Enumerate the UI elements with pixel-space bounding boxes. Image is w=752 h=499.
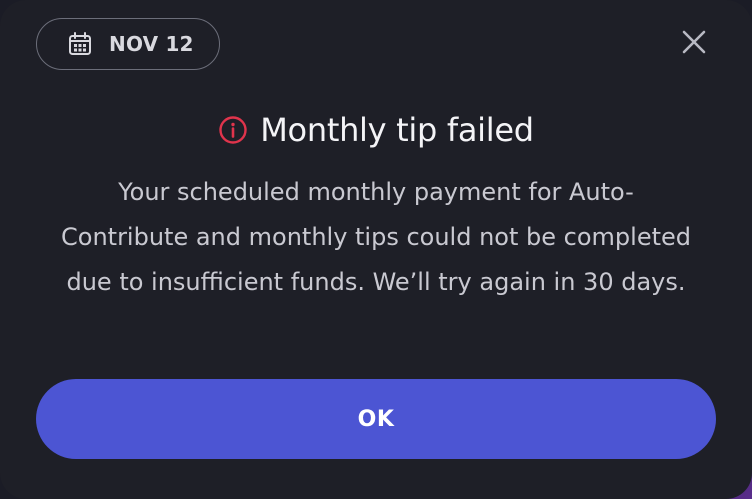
close-icon[interactable] <box>680 28 708 56</box>
close-button[interactable] <box>676 24 712 60</box>
dialog-message: Your scheduled monthly payment for Auto-… <box>61 178 691 296</box>
dialog-header: Monthly tip failed <box>0 104 752 156</box>
date-label: NOV 12 <box>109 32 194 56</box>
date-badge: NOV 12 <box>36 18 220 70</box>
ok-button[interactable]: OK <box>36 379 716 459</box>
calendar-icon <box>67 31 93 57</box>
dialog-title: Monthly tip failed <box>260 111 534 149</box>
info-icon <box>218 115 248 145</box>
tip-failed-dialog: NOV 12 Monthly tip failed Your scheduled… <box>0 0 752 499</box>
ok-button-label: OK <box>357 406 395 432</box>
